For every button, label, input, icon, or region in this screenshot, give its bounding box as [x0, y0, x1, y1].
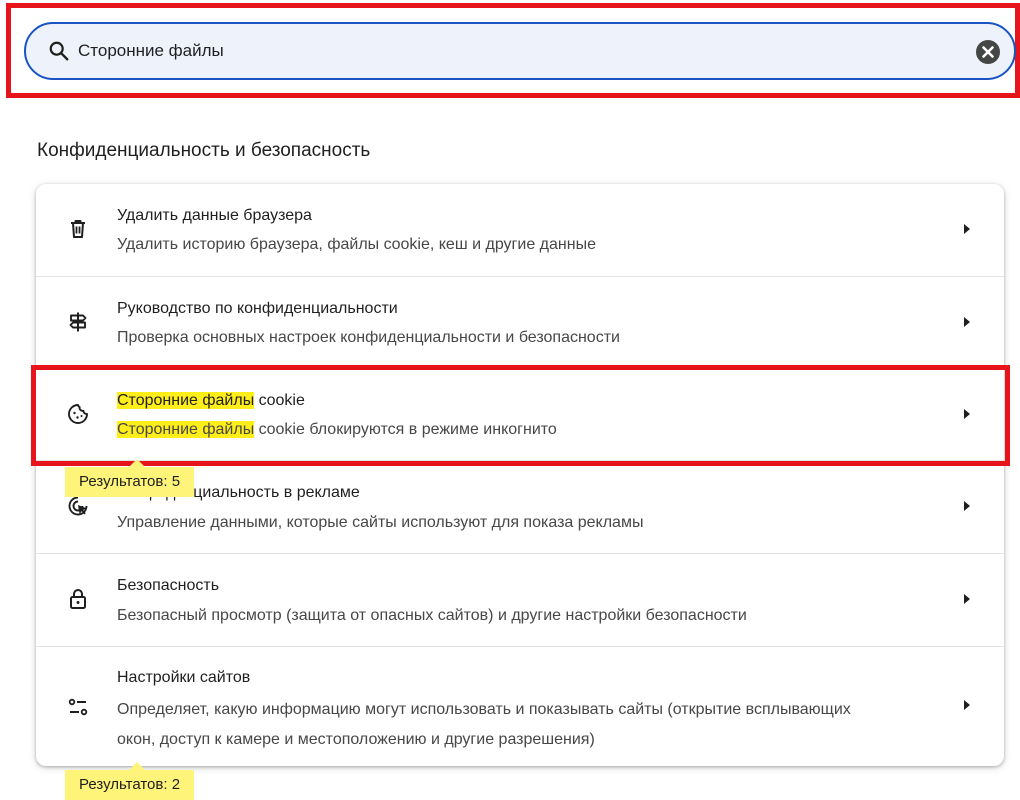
- row-title: Удалить данные браузера: [117, 207, 312, 224]
- section-title: Конфиденциальность и безопасность: [37, 140, 371, 161]
- search-icon: [49, 41, 69, 61]
- row-subtitle: Безопасный просмотр (защита от опасных с…: [117, 607, 747, 624]
- clear-search-button[interactable]: [976, 40, 1000, 64]
- chevron-right-icon: [964, 224, 970, 234]
- row-subtitle: Определяет, какую информацию могут испол…: [117, 701, 851, 748]
- lock-icon: [70, 589, 86, 609]
- row-title: Безопасность: [117, 577, 220, 594]
- row-subtitle: Управление данными, которые сайты исполь…: [117, 514, 644, 531]
- chevron-right-icon: [964, 317, 970, 327]
- trash-icon: [71, 220, 85, 238]
- site-settings-icon: [68, 698, 88, 716]
- search-input[interactable]: [78, 36, 938, 66]
- cookie-row-annotation-frame: [31, 365, 1010, 466]
- chevron-right-icon: [964, 700, 970, 710]
- row-privacy-guide[interactable]: Руководство по конфиденциальности Провер…: [36, 276, 1004, 368]
- chevron-right-icon: [964, 594, 970, 604]
- row-security[interactable]: Безопасность Безопасный просмотр (защита…: [36, 553, 1004, 646]
- row-title: Настройки сайтов: [117, 669, 251, 686]
- site-settings-results-bubble: Результатов: 2: [65, 762, 195, 800]
- chevron-right-icon: [964, 501, 970, 511]
- ad-privacy-icon: [68, 496, 88, 516]
- row-clear-browsing-data[interactable]: Удалить данные браузера Удалить историю …: [36, 184, 1004, 276]
- close-icon: [982, 46, 994, 58]
- search-box[interactable]: [24, 22, 1016, 80]
- row-title: Руководство по конфиденциальности: [117, 300, 398, 317]
- cookie-results-bubble: Результатов: 5: [65, 459, 195, 497]
- signpost-icon: [69, 312, 87, 332]
- row-subtitle: Удалить историю браузера, файлы cookie, …: [117, 236, 596, 253]
- row-site-settings[interactable]: Настройки сайтов Определяет, какую инфор…: [36, 646, 1004, 766]
- row-subtitle: Проверка основных настроек конфиденциаль…: [117, 329, 620, 346]
